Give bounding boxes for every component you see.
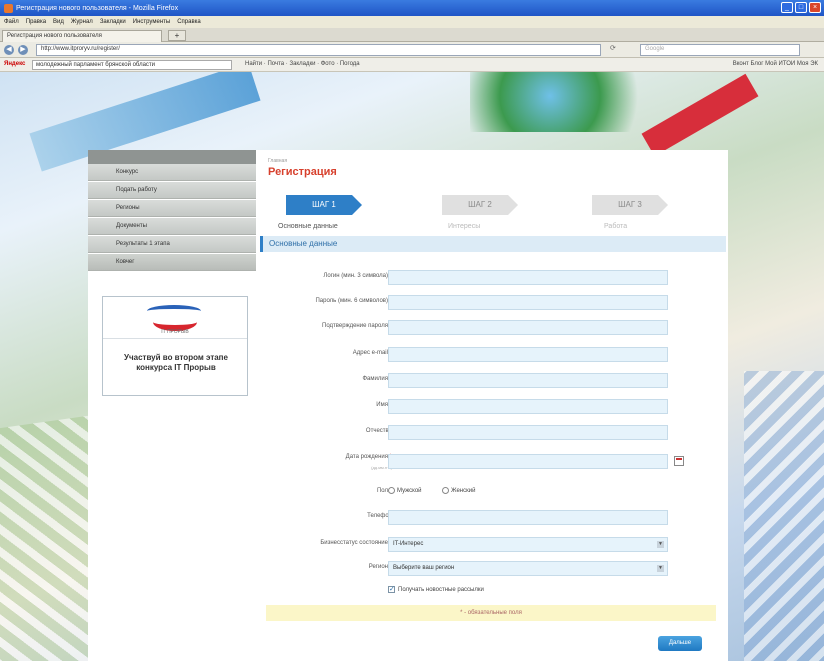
reload-icon[interactable]: ⟳ xyxy=(610,44,632,56)
subscribe-checkbox[interactable]: Получать новостные рассылки xyxy=(388,585,484,593)
business-status-row: Бизнесстатус состояние * IT-Интерес ▼ xyxy=(262,537,728,553)
password-label: Пароль (мин. 6 символов) * xyxy=(315,298,392,304)
birthdate-input[interactable] xyxy=(388,454,668,469)
region-select[interactable]: Выберите ваш регион ▼ xyxy=(388,561,668,576)
new-tab-button[interactable]: + xyxy=(168,30,186,41)
sidebar-item-documents[interactable]: Документы xyxy=(88,218,256,235)
middle-name-input[interactable] xyxy=(388,425,668,440)
sidebar-item-results[interactable]: Результаты 1 этапа xyxy=(88,236,256,253)
sidebar-item-ark[interactable]: Ковчег xyxy=(88,254,256,271)
step-3-caption: Работа xyxy=(604,223,628,230)
menu-help[interactable]: Справка xyxy=(177,19,201,25)
menu-view[interactable]: Вид xyxy=(53,19,64,25)
forward-button[interactable]: ▶ xyxy=(18,45,28,55)
password-input[interactable] xyxy=(388,295,668,310)
navigation-bar: ◀ ▶ http://www.itproryv.ru/register/ ⟳ G… xyxy=(0,42,824,58)
decorative-stripes-right xyxy=(744,371,824,661)
sidebar-item-contest[interactable]: Конкурс xyxy=(88,164,256,181)
section-header: Основные данные xyxy=(260,236,726,252)
step-1-caption: Основные данные xyxy=(278,223,338,230)
sidebar-item-submit-work[interactable]: Подать работу xyxy=(88,182,256,199)
tab-register[interactable]: Регистрация нового пользователя xyxy=(2,30,162,42)
menu-file[interactable]: Файл xyxy=(4,19,19,25)
page-viewport: Конкурс Подать работу Регионы Документы … xyxy=(0,72,824,661)
chevron-down-icon: ▼ xyxy=(657,541,664,548)
menu-tools[interactable]: Инструменты xyxy=(133,19,170,25)
phone-row: Телефон xyxy=(262,510,728,526)
window-title: Регистрация нового пользователя - Mozill… xyxy=(16,4,179,12)
yandex-bookmarks[interactable]: Вконт Блог Мой ИТОИ Моя ЭК xyxy=(733,61,818,67)
password-row: Пароль (мин. 6 символов) * xyxy=(262,295,728,311)
calendar-icon[interactable] xyxy=(674,456,684,466)
first-name-row: Имя * xyxy=(262,399,728,415)
birthdate-row: Дата рождения * (дд.мм.гггг) xyxy=(262,454,728,470)
chevron-down-icon: ▼ xyxy=(657,565,664,572)
step-1-label: ШАГ 1 xyxy=(312,200,336,209)
email-row: Адрес e-mail * xyxy=(262,347,728,363)
step-3[interactable]: ШАГ 3 xyxy=(592,195,668,215)
promo-divider xyxy=(103,338,247,339)
window-titlebar: Регистрация нового пользователя - Mozill… xyxy=(0,0,824,16)
url-bar[interactable]: http://www.itproryv.ru/register/ xyxy=(36,44,601,56)
step-2-label: ШАГ 2 xyxy=(468,200,492,209)
step-2[interactable]: ШАГ 2 xyxy=(442,195,518,215)
section-title: Основные данные xyxy=(269,239,338,248)
tab-bar: Регистрация нового пользователя + xyxy=(0,28,824,42)
login-input[interactable] xyxy=(388,270,668,285)
decorative-splash xyxy=(470,72,670,132)
main-panel: Конкурс Подать работу Регионы Документы … xyxy=(88,150,728,661)
email-input[interactable] xyxy=(388,347,668,362)
login-label: Логин (мин. 3 символа) * xyxy=(323,273,392,279)
password-confirm-input[interactable] xyxy=(388,320,668,335)
sidebar-item-regions[interactable]: Регионы xyxy=(88,200,256,217)
breadcrumb[interactable]: Главная xyxy=(268,158,287,164)
promo-banner[interactable]: IT ПРОРЫВ Участвуй во втором этапе конку… xyxy=(102,296,248,396)
page-title: Регистрация xyxy=(268,166,337,178)
checkbox-icon[interactable] xyxy=(388,585,395,593)
step-2-caption: Интересы xyxy=(448,223,481,230)
first-name-input[interactable] xyxy=(388,399,668,414)
sidebar-shelf xyxy=(88,150,256,164)
region-row: Регион * Выберите ваш регион ▼ xyxy=(262,561,728,577)
last-name-input[interactable] xyxy=(388,373,668,388)
promo-text[interactable]: Участвуй во втором этапе конкурса IT Про… xyxy=(109,353,243,373)
step-3-label: ШАГ 3 xyxy=(618,200,642,209)
next-button[interactable]: Дальше xyxy=(658,636,702,651)
subscribe-label: Получать новостные рассылки xyxy=(398,586,484,593)
close-button[interactable]: × xyxy=(809,2,821,13)
password-confirm-label: Подтверждение пароля * xyxy=(322,323,392,329)
window-controls: _ □ × xyxy=(781,2,821,13)
step-1[interactable]: ШАГ 1 xyxy=(286,195,362,215)
gender-row: Пол * Мужской Женский xyxy=(262,485,728,501)
sidebar-nav: Конкурс Подать работу Регионы Документы … xyxy=(88,150,256,272)
menu-bookmarks[interactable]: Закладки xyxy=(100,19,126,25)
middle-name-row: Отчество xyxy=(262,425,728,441)
phone-input[interactable] xyxy=(388,510,668,525)
menu-history[interactable]: Журнал xyxy=(71,19,93,25)
yandex-tools[interactable]: Найти · Почта · Закладки · Фото · Погода xyxy=(245,61,360,67)
back-button[interactable]: ◀ xyxy=(4,45,14,55)
last-name-row: Фамилия * xyxy=(262,373,728,389)
birthdate-label: Дата рождения * xyxy=(345,454,392,460)
business-status-select[interactable]: IT-Интерес ▼ xyxy=(388,537,668,552)
password-confirm-row: Подтверждение пароля * xyxy=(262,320,728,336)
registration-content: Главная Регистрация ШАГ 1 ШАГ 2 ШАГ 3 Ос… xyxy=(260,150,728,661)
menu-bar: Файл Правка Вид Журнал Закладки Инструме… xyxy=(0,16,824,28)
promo-brand: IT ПРОРЫВ xyxy=(161,329,189,335)
yandex-toolbar: Яндекс молодежный парламент брянской обл… xyxy=(0,58,824,72)
maximize-button[interactable]: □ xyxy=(795,2,807,13)
login-row: Логин (мин. 3 символа) * xyxy=(262,270,728,286)
yandex-search-input[interactable]: молодежный парламент брянской области xyxy=(32,60,232,70)
gender-female-radio[interactable]: Женский xyxy=(442,487,475,494)
yandex-logo[interactable]: Яндекс xyxy=(4,61,25,67)
business-status-label: Бизнесстатус состояние * xyxy=(320,540,392,546)
firefox-icon xyxy=(4,3,13,13)
required-note: * - обязательные поля xyxy=(266,605,716,621)
menu-edit[interactable]: Правка xyxy=(26,19,46,25)
gender-male-radio[interactable]: Мужской xyxy=(388,487,422,494)
minimize-button[interactable]: _ xyxy=(781,2,793,13)
search-box[interactable]: Google xyxy=(640,44,800,56)
email-label: Адрес e-mail * xyxy=(352,350,392,356)
